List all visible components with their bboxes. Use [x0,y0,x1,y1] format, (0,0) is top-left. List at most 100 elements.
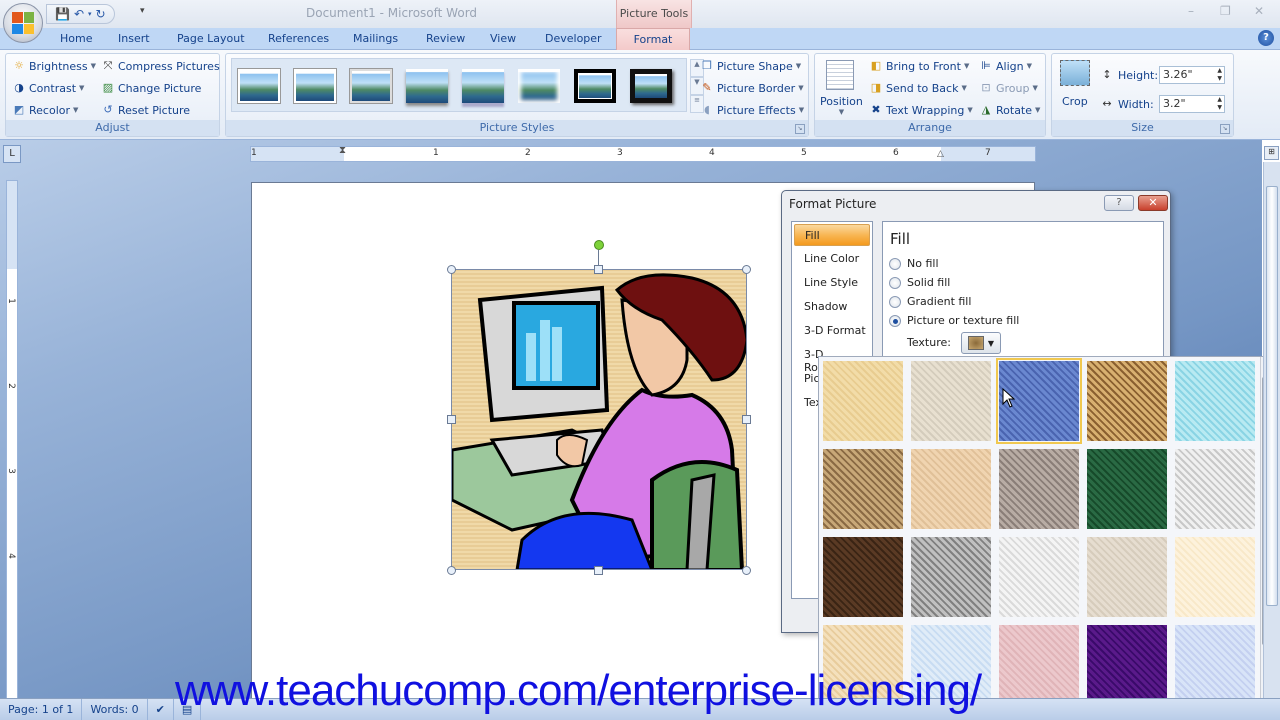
texture-swatch-canvas[interactable] [911,361,991,441]
dialog-close-button[interactable]: ✕ [1138,195,1168,211]
texture-swatch-sand[interactable] [999,449,1079,529]
picture-border-button[interactable]: ✎ Picture Border ▼ [700,81,803,95]
document-vertical-scrollbar[interactable] [1263,162,1280,702]
radio-solid-fill[interactable]: Solid fill [889,276,950,289]
save-icon[interactable]: 💾 [55,7,70,21]
texture-swatch-granite[interactable] [911,537,991,617]
size-launcher[interactable]: ↘ [1220,124,1230,134]
texture-swatch-woven-mat[interactable] [1087,361,1167,441]
picture-style-1[interactable] [238,69,280,103]
rotate-button[interactable]: ◮ Rotate ▼ [979,103,1041,117]
brightness-button[interactable]: ☼ Brightness ▼ [12,59,96,73]
nav-line-style[interactable]: Line Style [794,272,870,294]
resize-handle-s[interactable] [594,566,603,575]
text-wrapping-button[interactable]: ✖ Text Wrapping ▼ [869,103,972,117]
vertical-ruler[interactable]: 1 2 3 4 [6,180,18,700]
send-to-back-button[interactable]: ◨ Send to Back ▼ [869,81,967,95]
tab-references[interactable]: References [268,32,329,45]
position-button[interactable]: Position ▼ [820,95,863,116]
undo-icon[interactable]: ↶ [74,7,84,21]
minimize-button[interactable]: – [1188,4,1194,18]
texture-swatch-newsprint[interactable] [999,537,1079,617]
close-button[interactable]: ✕ [1254,4,1264,18]
office-button[interactable] [3,3,43,43]
width-spinner[interactable]: ▲ ▼ [1217,96,1222,112]
texture-swatch-parchment[interactable] [1175,537,1255,617]
resize-handle-se[interactable] [742,566,751,575]
undo-dropdown-icon[interactable]: ▾ [88,10,92,18]
height-input[interactable]: 3.26" ▲ ▼ [1159,66,1225,84]
group-button[interactable]: ⊡ Group ▼ [979,81,1038,95]
dialog-help-button[interactable]: ? [1104,195,1134,211]
picture-style-3[interactable] [350,69,392,103]
page-count[interactable]: Page: 1 of 1 [0,699,83,720]
recolor-button[interactable]: ◩ Recolor ▼ [12,103,79,117]
indent-marker[interactable]: ⧗ [339,145,346,156]
texture-swatch-fish-fossil[interactable] [911,449,991,529]
tab-format[interactable]: Format [616,28,690,51]
resize-handle-e[interactable] [742,415,751,424]
texture-swatch-green-marble[interactable] [1087,449,1167,529]
picture-style-5[interactable] [462,69,504,103]
tab-insert[interactable]: Insert [118,32,150,45]
resize-handle-ne[interactable] [742,265,751,274]
nav-shadow[interactable]: Shadow [794,296,870,318]
texture-swatch-white-marble[interactable] [1175,449,1255,529]
nav-line-color[interactable]: Line Color [794,248,870,270]
radio-no-fill[interactable]: No fill [889,257,939,270]
restore-button[interactable]: ❐ [1220,4,1231,18]
help-icon[interactable]: ? [1258,30,1274,46]
nav-3d-format[interactable]: 3-D Format [794,320,870,342]
tab-developer[interactable]: Developer [545,32,602,45]
horizontal-ruler[interactable]: 1 1 2 3 4 5 6 7 ⧗ △ [250,145,1036,162]
radio-gradient-fill[interactable]: Gradient fill [889,295,971,308]
picture-shape-button[interactable]: ❒ Picture Shape ▼ [700,59,801,73]
picture-style-2[interactable] [294,69,336,103]
texture-swatch-paper-bag[interactable] [823,449,903,529]
proofing-icon[interactable]: ✔ [148,699,174,720]
customize-qat-icon[interactable]: ▾ [140,6,145,16]
texture-swatch-purple-mesh[interactable] [1087,625,1167,705]
texture-swatch-recycled-paper[interactable] [1087,537,1167,617]
width-input[interactable]: 3.2" ▲ ▼ [1159,95,1225,113]
tab-view[interactable]: View [490,32,516,45]
height-spinner[interactable]: ▲ ▼ [1217,67,1222,83]
texture-swatch-brown-marble[interactable] [823,537,903,617]
right-indent-marker[interactable]: △ [937,149,944,159]
picture-style-7[interactable] [574,69,616,103]
bring-to-front-button[interactable]: ◧ Bring to Front ▼ [869,59,970,73]
resize-handle-nw[interactable] [447,265,456,274]
width-icon: ↔ [1102,97,1112,110]
tab-review[interactable]: Review [426,32,465,45]
nav-fill[interactable]: Fill [794,224,870,246]
compress-pictures-button[interactable]: ⤧ Compress Pictures [101,59,220,73]
resize-handle-n[interactable] [594,265,603,274]
picture-style-4[interactable] [406,69,448,103]
texture-swatch-water-droplets[interactable] [1175,361,1255,441]
picture-style-8[interactable] [630,69,672,103]
resize-handle-w[interactable] [447,415,456,424]
redo-icon[interactable]: ↻ [96,7,106,21]
rotation-handle[interactable] [594,240,604,250]
texture-swatch-pink-tissue-paper[interactable] [999,625,1079,705]
texture-dropdown-button[interactable]: ▼ [961,332,1001,354]
picture-styles-launcher[interactable]: ↘ [795,124,805,134]
contrast-button[interactable]: ◑ Contrast ▼ [12,81,84,95]
radio-picture-texture-fill[interactable]: Picture or texture fill [889,314,1019,327]
word-count[interactable]: Words: 0 [82,699,148,720]
tab-home[interactable]: Home [60,32,92,45]
crop-button[interactable]: Crop [1062,95,1088,108]
resize-handle-sw[interactable] [447,566,456,575]
tab-page-layout[interactable]: Page Layout [177,32,245,45]
texture-swatch-papyrus[interactable] [823,361,903,441]
selected-clipart-picture[interactable] [451,269,747,570]
tab-mailings[interactable]: Mailings [353,32,398,45]
align-button[interactable]: ⊫ Align ▼ [979,59,1032,73]
picture-style-6[interactable] [518,69,560,103]
tab-selector-button[interactable]: L [3,145,21,163]
reset-picture-button[interactable]: ↺ Reset Picture [101,103,190,117]
picture-effects-button[interactable]: ◖ Picture Effects ▼ [700,103,804,117]
view-ruler-button[interactable]: ⊞ [1264,146,1279,160]
change-picture-button[interactable]: ▨ Change Picture [101,81,202,95]
texture-swatch-bouquet[interactable] [1175,625,1255,705]
